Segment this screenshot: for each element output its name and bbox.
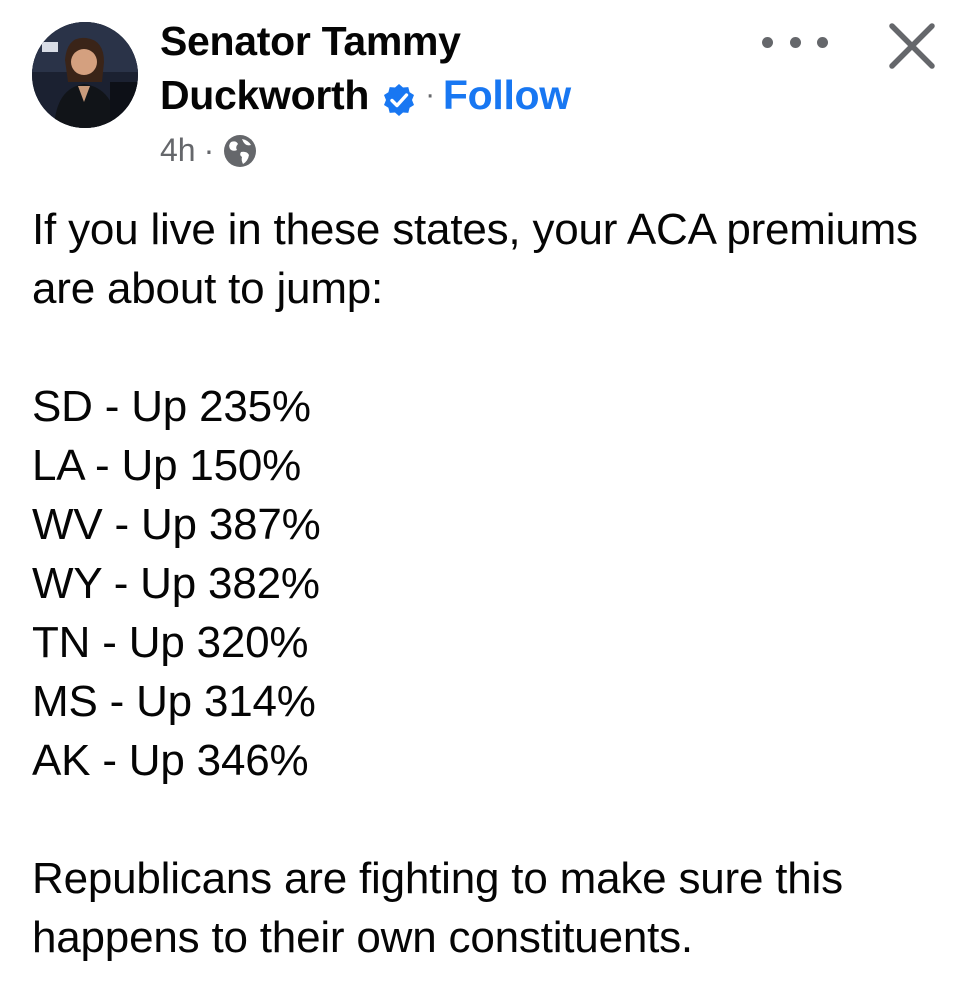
post-meta: 4h · xyxy=(160,132,258,169)
more-options-dot xyxy=(762,36,773,48)
state-increase-item: WV - Up 387% xyxy=(32,500,321,549)
globe-icon[interactable] xyxy=(222,133,258,169)
state-increase-item: TN - Up 320% xyxy=(32,618,309,667)
state-increase-item: SD - Up 235% xyxy=(32,382,311,431)
post-intro-text: If you live in these states, your ACA pr… xyxy=(32,205,918,313)
author-avatar[interactable] xyxy=(32,22,138,128)
follow-button[interactable]: Follow xyxy=(443,68,571,122)
author-header: Senator Tammy Duckworth · Follow xyxy=(160,14,720,122)
state-increase-item: LA - Up 150% xyxy=(32,441,302,490)
verified-badge-icon xyxy=(381,77,417,116)
author-name-line2[interactable]: Duckworth xyxy=(160,68,369,122)
post-closing-text: Republicans are fighting to make sure th… xyxy=(32,854,843,962)
meta-separator: · xyxy=(203,132,215,168)
facebook-post: Senator Tammy Duckworth · Follow 4h · If… xyxy=(0,0,965,1000)
avatar-photo xyxy=(32,22,138,128)
header-separator: · xyxy=(425,78,435,111)
more-options-dot xyxy=(789,36,801,48)
state-increase-list: SD - Up 235% LA - Up 150% WV - Up 387% W… xyxy=(32,377,932,790)
close-button[interactable] xyxy=(880,14,944,78)
more-options-dot xyxy=(817,36,828,48)
more-options-button[interactable] xyxy=(762,20,828,64)
author-name-line1[interactable]: Senator Tammy xyxy=(160,14,720,68)
state-increase-item: WY - Up 382% xyxy=(32,559,320,608)
post-body: If you live in these states, your ACA pr… xyxy=(32,200,932,967)
close-icon xyxy=(889,23,935,69)
state-increase-item: MS - Up 314% xyxy=(32,677,316,726)
post-timestamp[interactable]: 4h xyxy=(160,132,196,169)
state-increase-item: AK - Up 346% xyxy=(32,736,309,785)
